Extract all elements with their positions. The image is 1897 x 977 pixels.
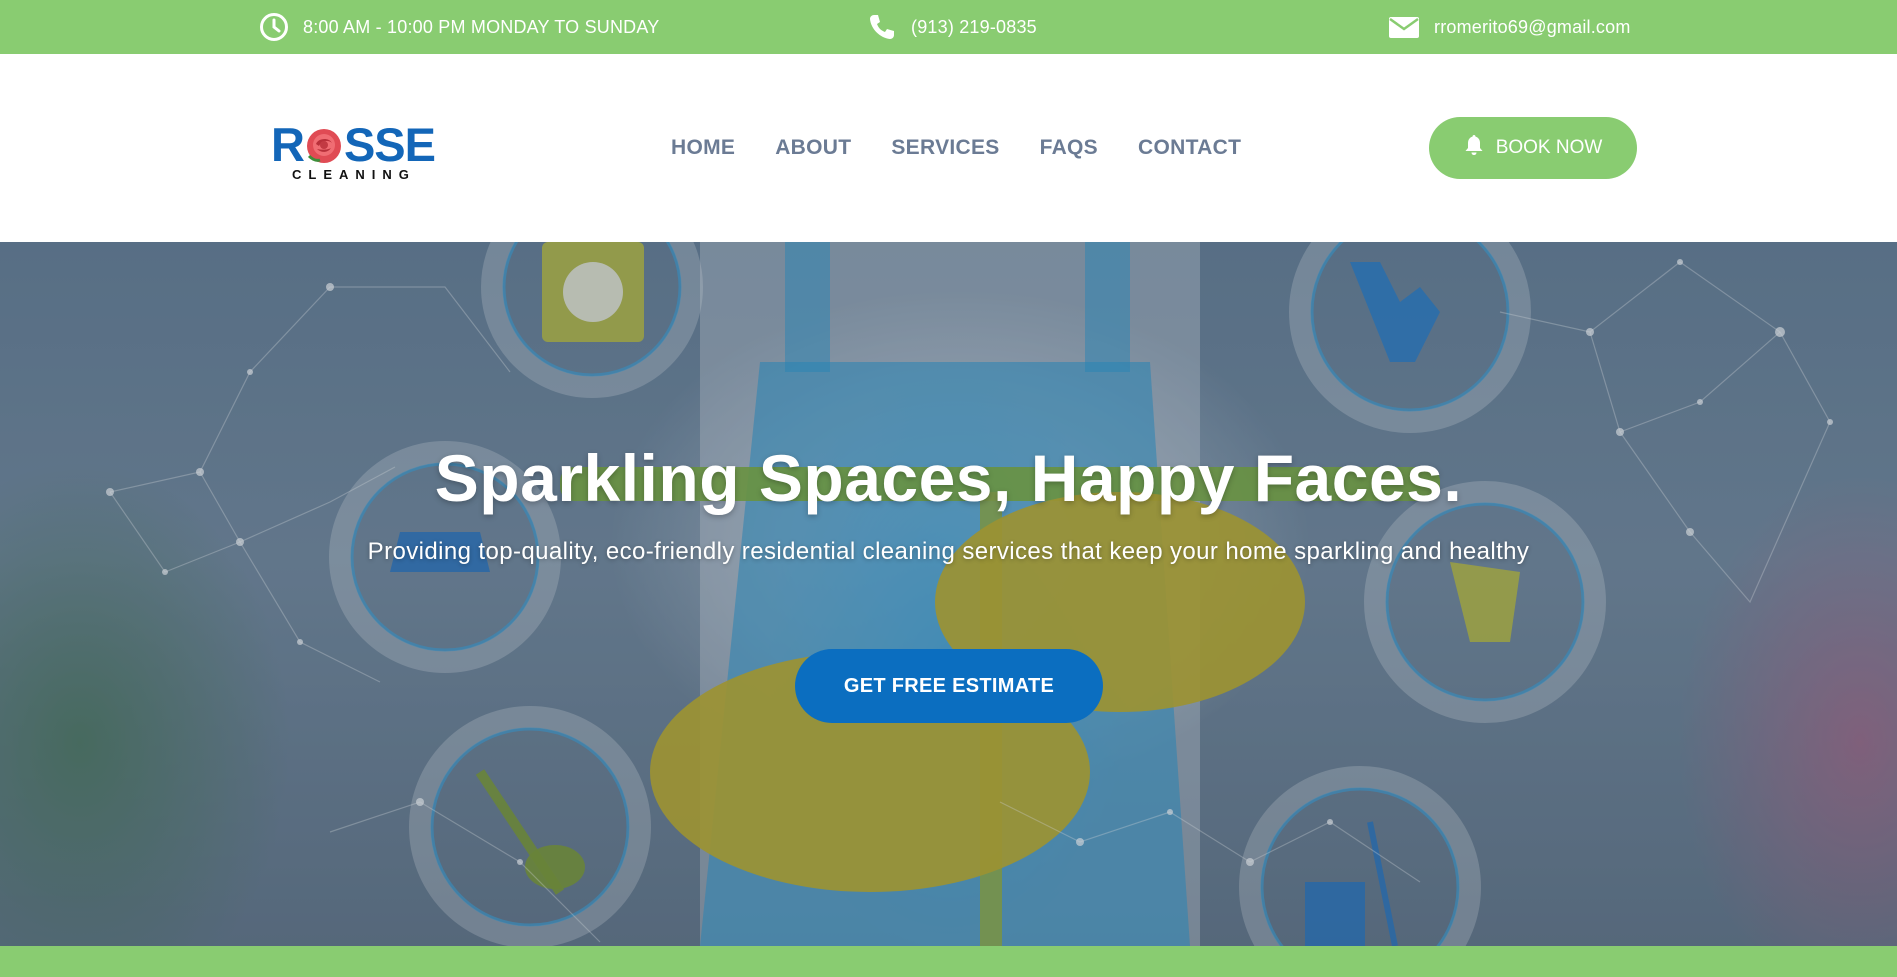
site-header: R SSE CLEANING HOME ABOUT SERVICES FAQS …	[0, 54, 1897, 242]
nav-item-home[interactable]: HOME	[671, 136, 735, 160]
rose-icon	[303, 125, 345, 165]
section-divider-strip	[0, 946, 1897, 977]
site-logo[interactable]: R SSE CLEANING	[271, 120, 443, 184]
email-link[interactable]: rromerito69@gmail.com	[1388, 0, 1631, 54]
hours-text: 8:00 AM - 10:00 PM MONDAY TO SUNDAY	[303, 16, 660, 37]
get-free-estimate-button[interactable]: GET FREE ESTIMATE	[795, 649, 1103, 723]
business-hours: 8:00 AM - 10:00 PM MONDAY TO SUNDAY	[259, 0, 659, 54]
clock-icon	[259, 12, 289, 42]
nav-item-about[interactable]: ABOUT	[775, 136, 851, 160]
bell-icon	[1464, 134, 1484, 162]
main-navigation: HOME ABOUT SERVICES FAQS CONTACT	[671, 54, 1281, 242]
book-now-button[interactable]: BOOK NOW	[1429, 117, 1637, 179]
hero-title: Sparkling Spaces, Happy Faces.	[434, 441, 1463, 515]
hero-banner: Sparkling Spaces, Happy Faces. Providing…	[0, 242, 1897, 946]
logo-subtitle: CLEANING	[292, 167, 416, 182]
nav-item-contact[interactable]: CONTACT	[1138, 136, 1241, 160]
logo-wordmark: R SSE	[271, 118, 436, 171]
nav-item-services[interactable]: SERVICES	[891, 136, 999, 160]
envelope-icon	[1388, 14, 1420, 40]
phone-text: (913) 219-0835	[911, 16, 1037, 37]
book-now-label: BOOK NOW	[1495, 137, 1603, 158]
email-text: rromerito69@gmail.com	[1434, 16, 1631, 37]
nav-item-faqs[interactable]: FAQS	[1040, 136, 1098, 160]
phone-icon	[867, 12, 897, 42]
top-info-bar: 8:00 AM - 10:00 PM MONDAY TO SUNDAY (913…	[0, 0, 1897, 54]
phone-link[interactable]: (913) 219-0835	[867, 0, 1037, 54]
cleaning-background-illustration	[0, 242, 1897, 946]
hero-subtitle: Providing top-quality, eco-friendly resi…	[367, 538, 1530, 565]
